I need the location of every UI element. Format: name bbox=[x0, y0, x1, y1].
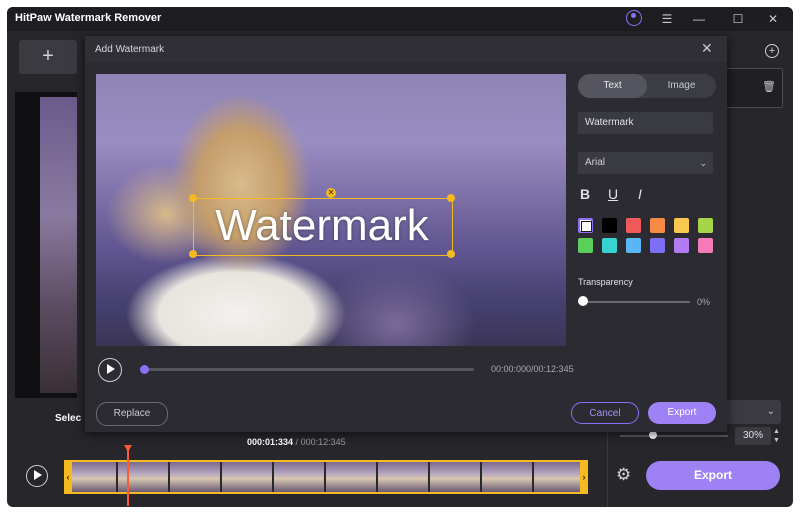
add-watermark-dialog: Add Watermark ✕ Watermark ✕ 00:00:000/00… bbox=[85, 36, 727, 432]
dialog-title: Add Watermark bbox=[95, 44, 165, 55]
trash-icon[interactable]: 🗑 bbox=[762, 80, 776, 93]
timeline-frame bbox=[378, 462, 430, 492]
resize-handle-top-right[interactable] bbox=[447, 194, 455, 202]
transparency-label: Transparency bbox=[578, 277, 633, 287]
replace-button[interactable]: Replace bbox=[96, 402, 168, 426]
underline-button[interactable]: U bbox=[608, 186, 618, 202]
time-separator: / bbox=[293, 437, 301, 447]
watermark-delete-icon[interactable]: ✕ bbox=[326, 188, 336, 198]
zoom-slider-knob[interactable] bbox=[649, 431, 657, 439]
color-swatch[interactable] bbox=[674, 238, 689, 253]
timeline-right-handle[interactable]: › bbox=[580, 460, 588, 494]
color-swatch[interactable] bbox=[674, 218, 689, 233]
color-swatch[interactable] bbox=[578, 218, 593, 233]
background-video-thumbnail bbox=[40, 97, 77, 393]
tab-image[interactable]: Image bbox=[647, 74, 716, 98]
timeline-frame bbox=[170, 462, 222, 492]
gear-icon[interactable]: ⚙ bbox=[616, 465, 631, 485]
timeline-frame bbox=[482, 462, 534, 492]
color-swatch[interactable] bbox=[602, 218, 617, 233]
zoom-slider-track[interactable] bbox=[620, 435, 728, 437]
zoom-stepper-icon[interactable]: ▲ ▼ bbox=[773, 427, 780, 445]
color-swatch[interactable] bbox=[602, 238, 617, 253]
transparency-value: 0% bbox=[697, 297, 711, 307]
timeline-total-time: 000:12:345 bbox=[300, 437, 346, 447]
dialog-close-icon[interactable]: ✕ bbox=[701, 40, 713, 57]
timeline-current-time: 000:01:334 bbox=[247, 437, 294, 447]
watermark-text-input[interactable]: Watermark bbox=[578, 112, 713, 134]
title-bar: HitPaw Watermark Remover ☰ — ☐ ✕ bbox=[7, 7, 793, 31]
italic-button[interactable]: I bbox=[638, 186, 642, 202]
resize-handle-top-left[interactable] bbox=[189, 194, 197, 202]
main-export-button[interactable]: Export bbox=[646, 461, 780, 490]
select-label: Selec bbox=[55, 413, 82, 424]
progress-track[interactable] bbox=[142, 368, 474, 371]
add-watermark-icon[interactable]: + bbox=[765, 44, 779, 58]
maximize-icon[interactable]: ☐ bbox=[729, 10, 747, 28]
timeline-play-button[interactable] bbox=[26, 465, 48, 487]
tab-text[interactable]: Text bbox=[578, 74, 647, 98]
resize-handle-bottom-right[interactable] bbox=[447, 250, 455, 258]
play-button[interactable] bbox=[98, 358, 122, 382]
cancel-button[interactable]: Cancel bbox=[571, 402, 639, 424]
timeline-frame bbox=[118, 462, 170, 492]
timeline-frame bbox=[430, 462, 482, 492]
zoom-percentage[interactable]: 30% bbox=[735, 427, 771, 445]
transparency-slider-knob[interactable] bbox=[578, 296, 588, 306]
timeline-frame bbox=[274, 462, 326, 492]
app-title: HitPaw Watermark Remover bbox=[15, 12, 162, 24]
close-icon[interactable]: ✕ bbox=[764, 10, 782, 28]
color-swatch[interactable] bbox=[698, 218, 713, 233]
playback-time: 00:00:000/00:12:345 bbox=[491, 364, 574, 374]
font-dropdown-value: Arial bbox=[585, 157, 606, 168]
color-swatch[interactable] bbox=[626, 238, 641, 253]
color-swatch[interactable] bbox=[650, 238, 665, 253]
font-dropdown[interactable]: Arial ⌄ bbox=[578, 152, 713, 174]
timeline-frame bbox=[534, 462, 586, 492]
minimize-icon[interactable]: — bbox=[690, 10, 708, 28]
video-preview: Watermark ✕ bbox=[96, 74, 566, 346]
playhead[interactable] bbox=[127, 448, 129, 506]
chevron-down-icon: ⌄ bbox=[699, 158, 707, 168]
timeline-frame bbox=[326, 462, 378, 492]
watermark-preview-text[interactable]: Watermark bbox=[193, 198, 451, 254]
timeline-time: 000:01:334 / 000:12:345 bbox=[247, 437, 346, 447]
timeline-frame bbox=[66, 462, 118, 492]
account-icon[interactable] bbox=[626, 10, 642, 26]
dialog-header: Add Watermark ✕ bbox=[85, 36, 727, 62]
resize-handle-bottom-left[interactable] bbox=[189, 250, 197, 258]
playhead-marker-icon[interactable] bbox=[124, 445, 132, 452]
add-file-button[interactable]: + bbox=[19, 40, 77, 74]
timeline-strip[interactable] bbox=[64, 460, 588, 494]
watermark-type-tabs: Text Image bbox=[578, 74, 716, 98]
color-swatch[interactable] bbox=[650, 218, 665, 233]
color-swatch[interactable] bbox=[698, 238, 713, 253]
timeline-frame bbox=[222, 462, 274, 492]
bold-button[interactable]: B bbox=[580, 186, 590, 202]
color-swatch[interactable] bbox=[578, 238, 593, 253]
color-swatch[interactable] bbox=[626, 218, 641, 233]
menu-icon[interactable]: ☰ bbox=[658, 10, 676, 28]
transparency-slider-track[interactable] bbox=[584, 301, 690, 303]
export-button[interactable]: Export bbox=[648, 402, 716, 424]
timeline-left-handle[interactable]: ‹ bbox=[64, 460, 72, 494]
progress-knob[interactable] bbox=[140, 365, 149, 374]
app-window: HitPaw Watermark Remover ☰ — ☐ ✕ + Selec… bbox=[7, 7, 793, 507]
